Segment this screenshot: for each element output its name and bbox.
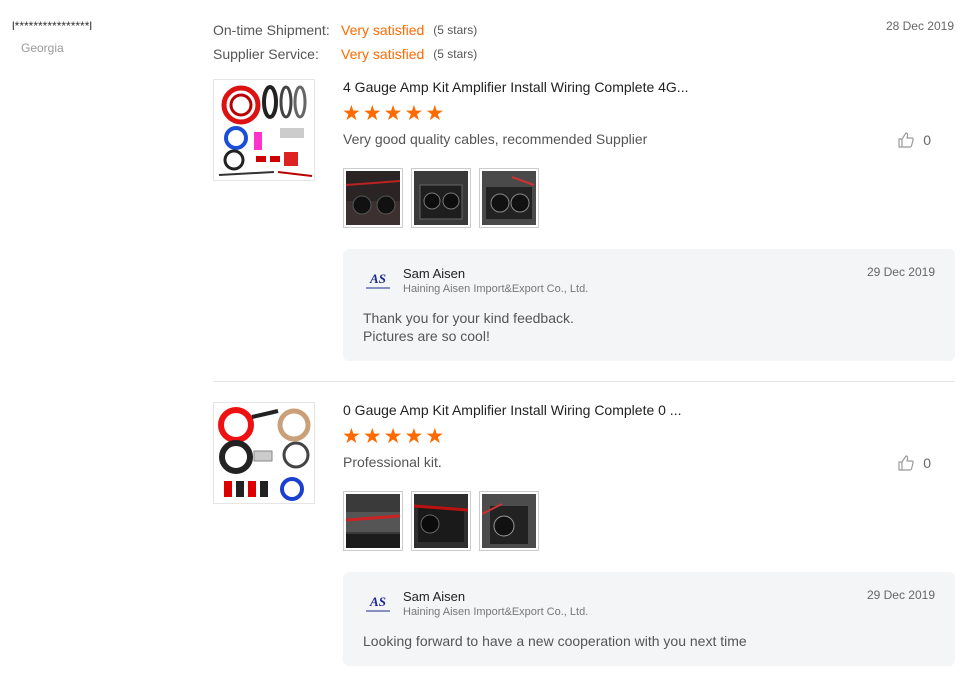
reply-date: 29 Dec 2019 — [866, 588, 935, 602]
reviewer-name: l****************l — [12, 19, 93, 33]
star-icon: ★ — [425, 102, 445, 125]
star-icon: ★ — [362, 102, 382, 125]
supplier-ratings: On-time Shipment: Very satisfied (5 star… — [213, 18, 477, 66]
reviewer-country: Georgia — [21, 41, 64, 55]
star-icon: ★ — [383, 425, 403, 448]
review-photo[interactable] — [343, 491, 403, 551]
star-icon: ★ — [425, 425, 445, 448]
svg-text:AS: AS — [369, 271, 386, 286]
star-icon: ★ — [342, 102, 361, 125]
review-photos — [343, 491, 539, 551]
star-icon: ★ — [383, 102, 403, 125]
supplier-logo: AS — [363, 592, 393, 618]
rating-stars-text: (5 stars) — [433, 47, 478, 61]
like-count: 0 — [923, 455, 931, 471]
product-review: 0 Gauge Amp Kit Amplifier Install Wiring… — [213, 402, 955, 667]
reply-company: Haining Aisen Import&Export Co., Ltd. — [403, 606, 589, 618]
rating-label: Supplier Service: — [213, 46, 319, 62]
product-image[interactable] — [213, 402, 315, 504]
like-button[interactable]: 0 — [897, 454, 931, 472]
reply-text-line: Looking forward to have a new cooperatio… — [363, 633, 747, 649]
reviewer-info: l****************l Georgia — [12, 19, 92, 55]
product-image[interactable] — [213, 79, 315, 181]
reply-date: 29 Dec 2019 — [866, 265, 935, 279]
like-button[interactable]: 0 — [897, 131, 931, 149]
product-title[interactable]: 4 Gauge Amp Kit Amplifier Install Wiring… — [343, 79, 688, 95]
supplier-logo: AS — [363, 269, 393, 295]
star-icon: ★ — [342, 425, 361, 448]
review-date: 28 Dec 2019 — [885, 19, 954, 33]
review-stars: ★ ★ ★ ★ ★ — [342, 426, 444, 447]
review-photo[interactable] — [479, 168, 539, 228]
supplier-reply: AS Sam Aisen Haining Aisen Import&Export… — [343, 249, 955, 361]
thumbs-up-icon[interactable] — [897, 454, 915, 472]
star-icon: ★ — [362, 425, 382, 448]
rating-stars-text: (5 stars) — [433, 23, 478, 37]
reply-text: Looking forward to have a new cooperatio… — [363, 632, 747, 650]
review-text: Professional kit. — [343, 454, 442, 470]
reply-author-name: Sam Aisen — [403, 589, 466, 604]
rating-label: On-time Shipment: — [213, 22, 330, 38]
reply-author-name: Sam Aisen — [403, 266, 466, 281]
product-review: 4 Gauge Amp Kit Amplifier Install Wiring… — [213, 79, 955, 364]
review-photo[interactable] — [411, 168, 471, 228]
star-icon: ★ — [404, 425, 424, 448]
star-icon: ★ — [404, 102, 424, 125]
rating-value: Very satisfied — [341, 22, 425, 38]
review-divider — [213, 381, 955, 382]
svg-text:AS: AS — [369, 594, 386, 609]
reply-company: Haining Aisen Import&Export Co., Ltd. — [403, 283, 589, 295]
thumbs-up-icon[interactable] — [897, 131, 915, 149]
product-title[interactable]: 0 Gauge Amp Kit Amplifier Install Wiring… — [343, 402, 681, 418]
rating-service: Supplier Service: Very satisfied (5 star… — [213, 42, 477, 66]
rating-value: Very satisfied — [341, 46, 425, 62]
review-text: Very good quality cables, recommended Su… — [343, 131, 648, 147]
reply-text-line: Thank you for your kind feedback. — [363, 310, 574, 326]
review-photos — [343, 168, 539, 228]
rating-shipment: On-time Shipment: Very satisfied (5 star… — [213, 18, 477, 42]
review-photo[interactable] — [479, 491, 539, 551]
review-stars: ★ ★ ★ ★ ★ — [342, 103, 444, 124]
supplier-reply: AS Sam Aisen Haining Aisen Import&Export… — [343, 572, 955, 666]
like-count: 0 — [923, 132, 931, 148]
review-photo[interactable] — [411, 491, 471, 551]
reply-text-line: Pictures are so cool! — [363, 328, 490, 344]
reply-text: Thank you for your kind feedback. Pictur… — [363, 309, 574, 345]
review-photo[interactable] — [343, 168, 403, 228]
